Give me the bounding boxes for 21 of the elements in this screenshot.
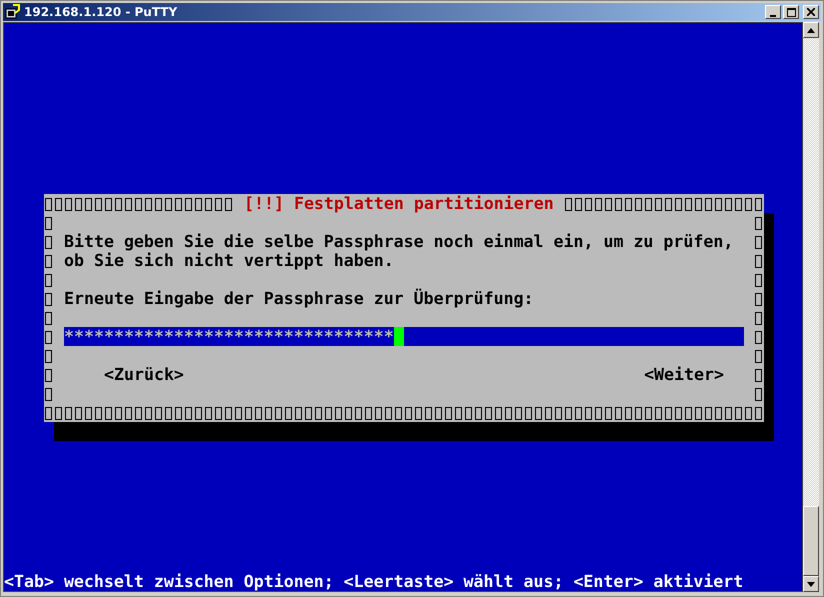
maximize-icon [786,8,796,17]
terminal-icon [5,4,21,20]
window-title: 192.168.1.120 - PuTTY [24,5,178,19]
scroll-thumb[interactable] [803,506,819,576]
up-arrow-icon [807,28,815,32]
dialog-button[interactable]: <Zurück> [104,365,184,384]
scroll-up-button[interactable] [803,22,819,38]
close-icon [807,8,815,16]
scroll-down-button[interactable] [803,576,819,592]
maximize-button[interactable] [783,5,799,19]
status-line: <Tab> wechselt zwischen Optionen; <Leertaste> wählt aus; <Enter> aktiviert [4,572,744,591]
message-text: Bitte geben Sie die selbe Passphrase noch einmal ein, um zu prüfen, [64,232,734,251]
dialog-button[interactable]: <Weiter> [644,365,724,384]
passphrase-field[interactable]: ********************************* [64,327,744,346]
text-cursor [394,327,404,346]
message-text: ob Sie sich nicht vertippt haben. [64,251,394,270]
minimize-button[interactable] [765,5,781,19]
field-label: Erneute Eingabe der Passphrase zur Überprüfung: [64,289,534,308]
dialog-title: [!!] Festplatten partitionieren [234,194,564,213]
down-arrow-icon [807,582,815,586]
close-button[interactable] [803,5,819,19]
